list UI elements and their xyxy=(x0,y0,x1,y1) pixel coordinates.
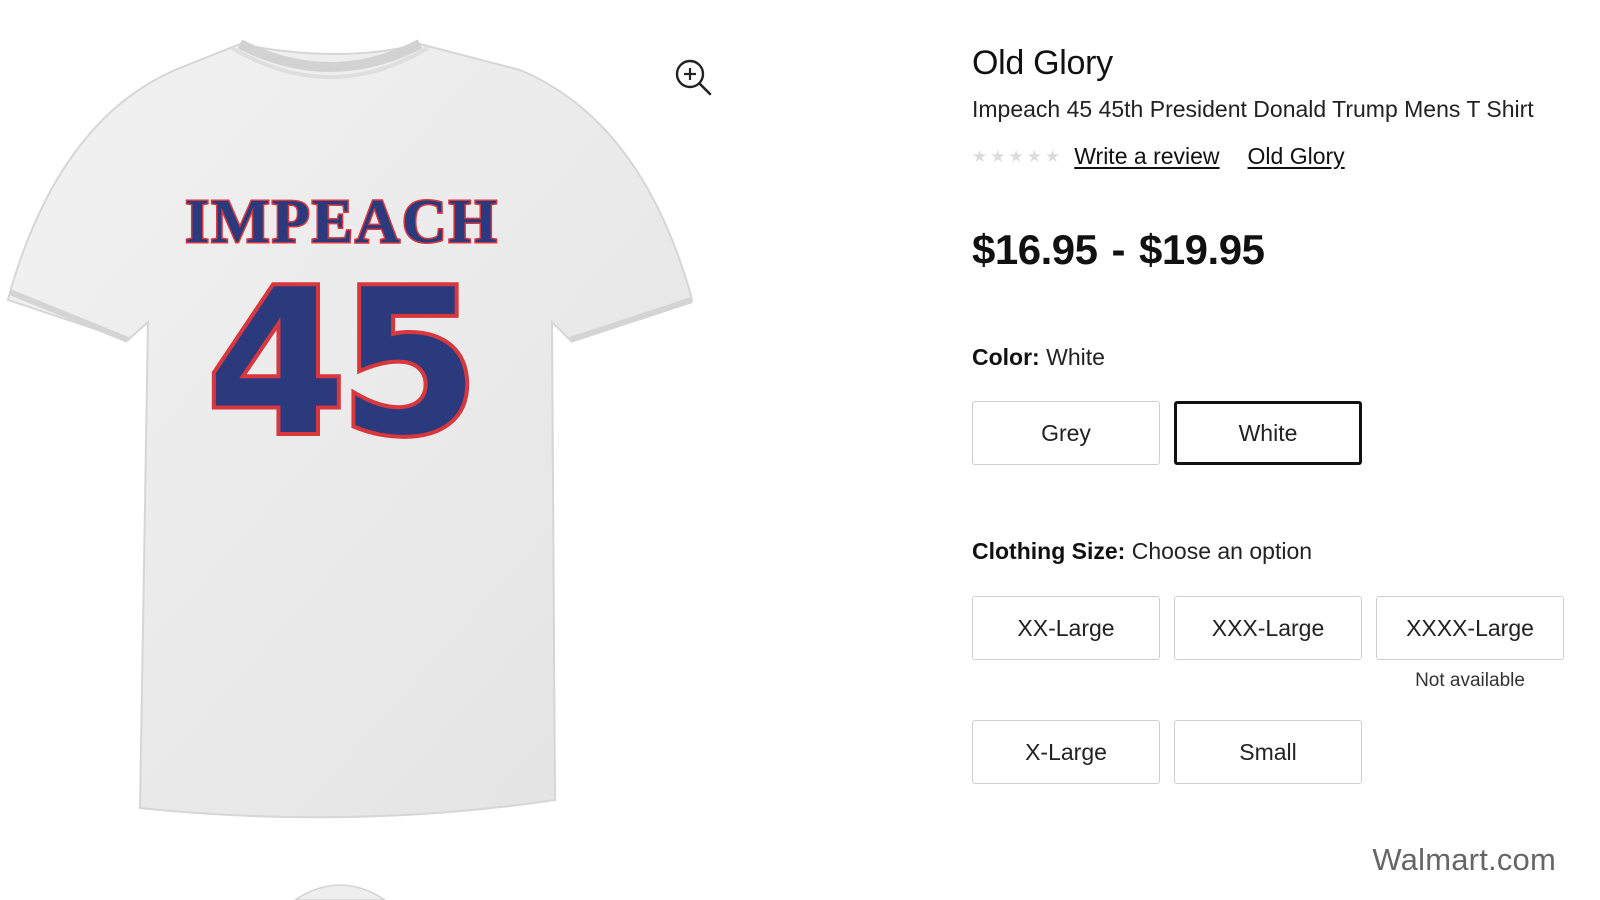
star-icon: ★ xyxy=(1045,146,1061,166)
size-option-xxxx-large[interactable]: XXXX-Large xyxy=(1376,596,1564,660)
size-option-xx-large[interactable]: XX-Large xyxy=(972,596,1160,660)
color-label-value: White xyxy=(1046,344,1105,370)
color-label-key: Color: xyxy=(972,344,1040,370)
product-image[interactable]: IMPEACH 45 xyxy=(0,30,720,840)
size-label-key: Clothing Size: xyxy=(972,538,1126,564)
price-range: $16.95- $19.95 xyxy=(972,226,1265,274)
write-review-link[interactable]: Write a review xyxy=(1074,143,1219,170)
star-icon: ★ xyxy=(990,146,1006,166)
brand-name: Old Glory xyxy=(972,44,1113,82)
price-low: $16.95 xyxy=(972,226,1098,273)
shirt-print-word: IMPEACH xyxy=(185,188,499,256)
star-icon: ★ xyxy=(1026,146,1042,166)
size-option-x-large[interactable]: X-Large xyxy=(972,720,1160,784)
color-option-grey[interactable]: Grey xyxy=(972,401,1160,465)
star-icon: ★ xyxy=(972,146,988,166)
site-watermark: Walmart.com xyxy=(1372,842,1556,877)
zoom-in-icon[interactable] xyxy=(672,56,714,98)
size-unavailable-note: Not available xyxy=(1415,670,1525,691)
next-thumbnail[interactable] xyxy=(290,876,390,900)
rating-row: ★ ★ ★ ★ ★ Write a review Old Glory xyxy=(972,140,1373,172)
rating-stars: ★ ★ ★ ★ ★ xyxy=(972,148,1060,165)
product-info: Old Glory Impeach 45 45th President Dona… xyxy=(972,0,1592,900)
brand-link[interactable]: Old Glory xyxy=(1248,143,1345,170)
color-option-white[interactable]: White xyxy=(1174,401,1362,465)
size-option-xxx-large[interactable]: XXX-Large xyxy=(1174,596,1362,660)
price-separator: - xyxy=(1111,226,1125,273)
product-image-gallery: IMPEACH 45 xyxy=(0,0,740,900)
size-label-value: Choose an option xyxy=(1131,538,1313,564)
shirt-print-number: 45 xyxy=(207,247,473,480)
color-option-label: Color: White xyxy=(972,344,1105,371)
product-title: Impeach 45 45th President Donald Trump M… xyxy=(972,96,1534,122)
size-option-small[interactable]: Small xyxy=(1174,720,1362,784)
star-icon: ★ xyxy=(1008,146,1024,166)
price-high: $19.95 xyxy=(1138,226,1265,273)
size-option-label: Clothing Size: Choose an option xyxy=(972,538,1312,565)
